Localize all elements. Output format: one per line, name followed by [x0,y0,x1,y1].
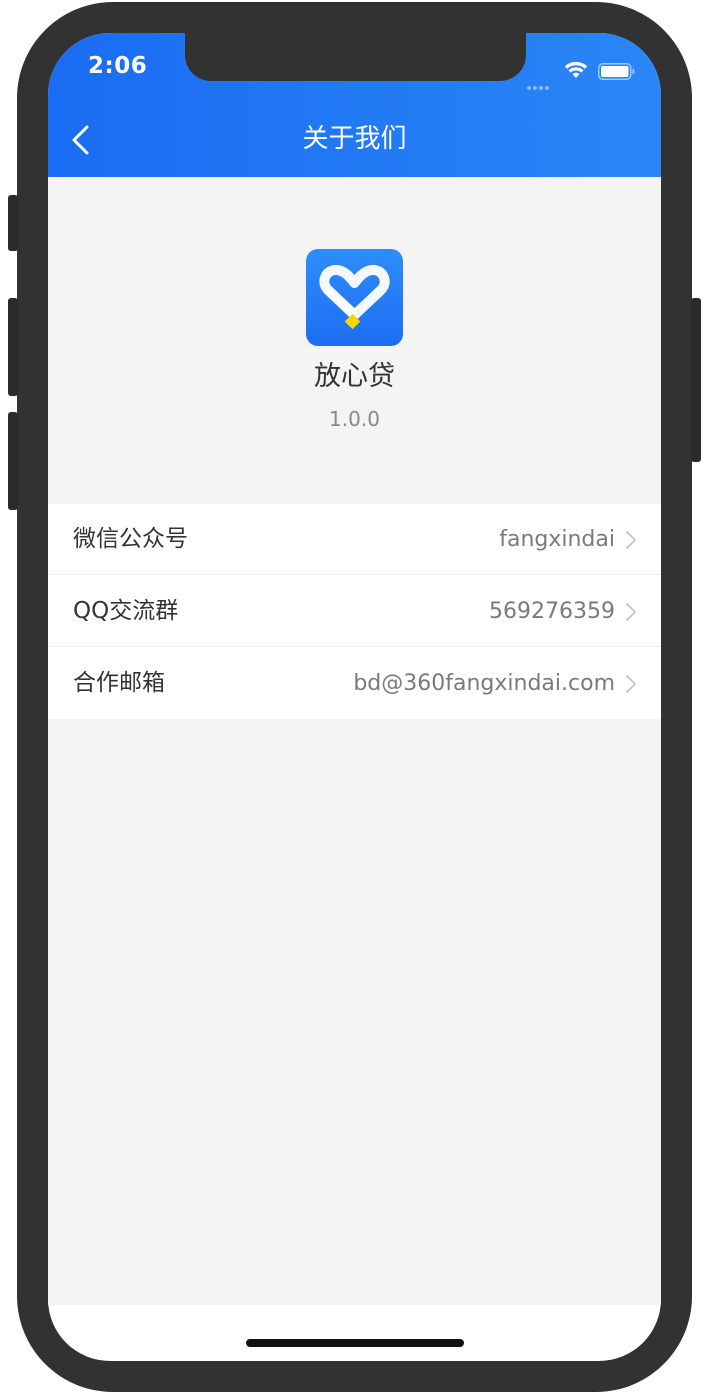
row-label: QQ交流群 [73,598,179,624]
wechat-account-row[interactable]: 微信公众号 fangxindai [48,504,661,575]
content-area: 放心贷 1.0.0 微信公众号 fangxindai QQ交流群 5692763… [48,177,661,1305]
row-label: 合作邮箱 [73,670,165,696]
volume-up-button [8,298,18,396]
business-email-row[interactable]: 合作邮箱 bd@360fangxindai.com [48,648,661,719]
mute-switch [8,195,18,251]
header-bar: 2:06 关于我们 [48,33,661,177]
chevron-right-icon [626,603,636,621]
power-button [691,298,701,462]
battery-icon [598,63,635,80]
app-logo [306,249,403,346]
status-time: 2:06 [88,53,148,79]
qq-group-row[interactable]: QQ交流群 569276359 [48,576,661,647]
cellular-signal-icon [527,75,553,90]
row-value: 569276359 [489,599,615,624]
divider [48,646,661,647]
chevron-right-icon [626,675,636,693]
device-notch [185,33,526,81]
phone-screen: 2:06 关于我们 放心贷 1.0.0 微信公众号 fangxindai QQ交… [48,33,661,1361]
divider [48,574,661,575]
heart-logo-icon [319,265,390,330]
page-title: 关于我们 [302,124,407,154]
wifi-icon [564,61,588,78]
row-value: fangxindai [499,527,615,552]
row-value: bd@360fangxindai.com [353,671,615,696]
home-indicator[interactable] [246,1339,464,1347]
row-label: 微信公众号 [73,526,188,552]
app-name: 放心贷 [314,361,395,392]
chevron-right-icon [626,531,636,549]
volume-down-button [8,412,18,510]
contact-list: 微信公众号 fangxindai QQ交流群 569276359 合作邮箱 bd… [48,504,661,719]
back-chevron-icon[interactable] [68,123,92,157]
app-version: 1.0.0 [329,407,380,431]
